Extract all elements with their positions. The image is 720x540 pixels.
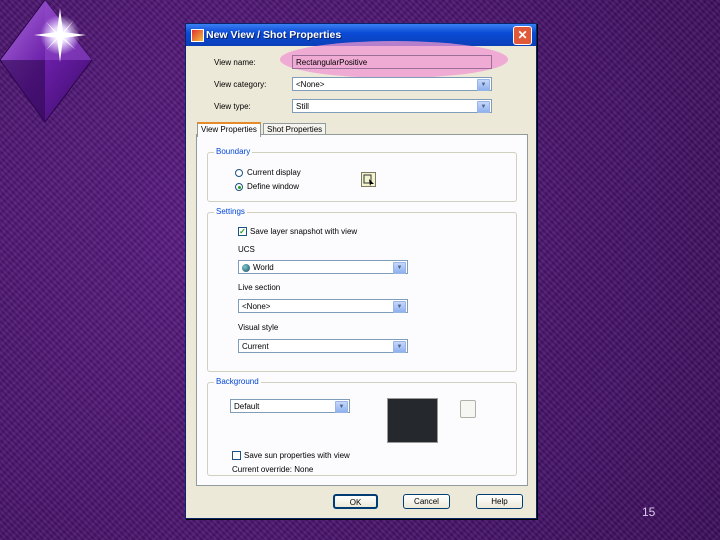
save-sun-properties-label: Save sun properties with view xyxy=(244,451,350,460)
live-section-label: Live section xyxy=(238,283,281,292)
view-type-select[interactable]: Still ▼ xyxy=(292,99,492,113)
chevron-down-icon[interactable]: ▼ xyxy=(393,341,406,353)
live-section-select[interactable]: <None> ▼ xyxy=(238,299,408,313)
view-name-label: View name: xyxy=(214,58,256,67)
app-icon xyxy=(191,29,204,42)
visual-style-select[interactable]: Current ▼ xyxy=(238,339,408,353)
view-name-input[interactable]: RectangularPositive xyxy=(292,55,492,69)
view-type-value: Still xyxy=(296,102,309,111)
settings-group: Settings ✓ Save layer snapshot with view… xyxy=(207,207,517,372)
define-window-label: Define window xyxy=(247,182,300,191)
close-button[interactable]: ✕ xyxy=(513,26,532,45)
tab-view-properties[interactable]: View Properties xyxy=(197,122,261,137)
view-category-label: View category: xyxy=(214,80,267,89)
save-layer-snapshot-checkbox[interactable]: ✓ xyxy=(238,227,247,236)
chevron-down-icon[interactable]: ▼ xyxy=(393,262,406,274)
current-display-label: Current display xyxy=(247,168,301,177)
chevron-down-icon[interactable]: ▼ xyxy=(477,101,490,113)
background-browse-button[interactable] xyxy=(460,400,476,418)
save-sun-properties-checkbox[interactable] xyxy=(232,451,241,460)
settings-title: Settings xyxy=(214,207,247,216)
dialog-title: New View / Shot Properties xyxy=(206,29,342,41)
close-icon: ✕ xyxy=(517,28,528,42)
define-window-radio[interactable] xyxy=(235,183,243,191)
background-preview-swatch xyxy=(387,398,438,443)
background-group: Background Default ▼ Save sun properties… xyxy=(207,377,517,476)
view-category-value: <None> xyxy=(296,80,325,89)
boundary-title: Boundary xyxy=(214,147,253,156)
define-window-pick-button[interactable] xyxy=(361,172,376,187)
ucs-value: World xyxy=(253,263,274,272)
view-type-label: View type: xyxy=(214,102,251,111)
current-display-radio[interactable] xyxy=(235,169,243,177)
chevron-down-icon[interactable]: ▼ xyxy=(335,401,348,413)
current-override-text: Current override: None xyxy=(232,465,314,474)
save-layer-snapshot-label: Save layer snapshot with view xyxy=(250,227,358,236)
new-view-dialog: New View / Shot Properties ✕ View name: … xyxy=(185,23,537,519)
boundary-group: Boundary Current display Define window xyxy=(207,147,517,202)
chevron-down-icon[interactable]: ▼ xyxy=(393,301,406,313)
ucs-label: UCS xyxy=(238,245,255,254)
globe-icon xyxy=(242,264,250,272)
background-select[interactable]: Default ▼ xyxy=(230,399,350,413)
ucs-select[interactable]: World ▼ xyxy=(238,260,408,274)
chevron-down-icon[interactable]: ▼ xyxy=(477,79,490,91)
background-title: Background xyxy=(214,377,261,386)
live-section-value: <None> xyxy=(242,302,271,311)
visual-style-label: Visual style xyxy=(238,323,279,332)
visual-style-value: Current xyxy=(242,342,269,351)
help-button[interactable]: Help xyxy=(476,494,523,509)
ok-button[interactable]: OK xyxy=(333,494,378,509)
tab-panel: Boundary Current display Define window S… xyxy=(196,134,528,486)
background-value: Default xyxy=(234,402,260,411)
cancel-button[interactable]: Cancel xyxy=(403,494,450,509)
view-category-select[interactable]: <None> ▼ xyxy=(292,77,492,91)
slide-page-number: 15 xyxy=(642,505,656,519)
window-pick-icon xyxy=(363,174,374,186)
diamond-star-logo-icon xyxy=(0,0,93,123)
